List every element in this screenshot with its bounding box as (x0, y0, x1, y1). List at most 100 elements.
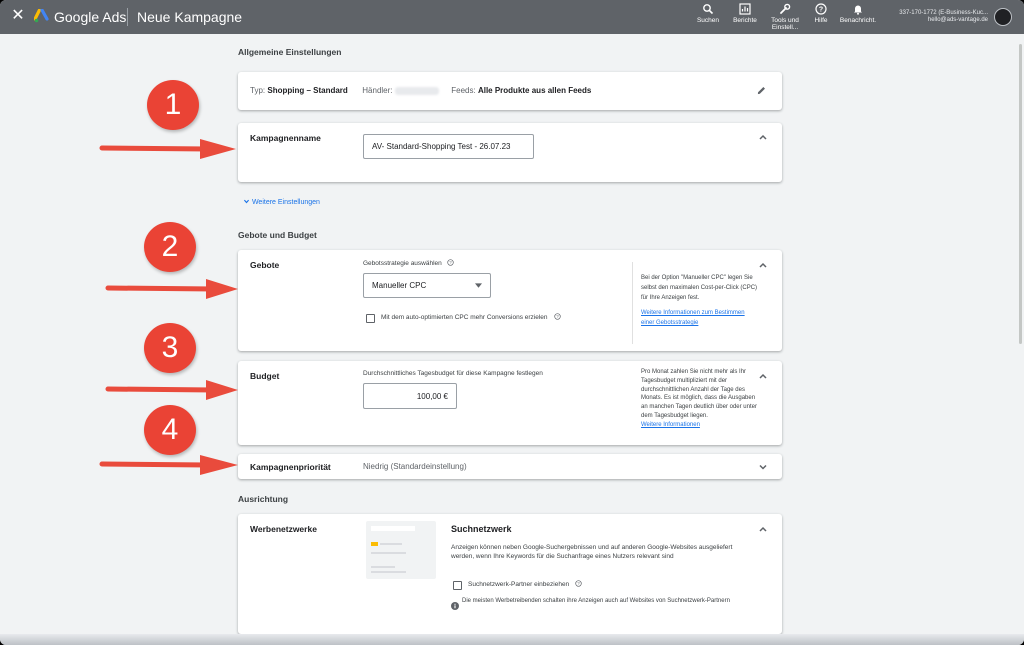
svg-text:?: ? (577, 581, 580, 586)
bids-help-panel: Bei der Option "Manueller CPC" legen Sie… (641, 273, 759, 328)
budget-help-link[interactable]: Weitere Informationen (641, 421, 757, 430)
toolbar-search[interactable]: Suchen (688, 3, 728, 24)
feeds-value: Alle Produkte aus allen Feeds (477, 86, 592, 95)
networks-title: Werbenetzwerke (250, 524, 317, 534)
toolbar-search-label: Suchen (696, 17, 720, 24)
priority-title: Kampagnenpriorität (250, 462, 331, 472)
budget-card: Budget Durchschnittliches Tagesbudget fü… (238, 361, 782, 445)
annotation-marker-2: 2 (144, 222, 196, 272)
annotation-arrow-icon (105, 380, 238, 400)
priority-value: Niedrig (Standardeinstellung) (363, 462, 467, 471)
toolbar-reports[interactable]: Berichte (725, 3, 765, 24)
search-partners-label: Suchnetzwerk-Partner einbeziehen (468, 581, 570, 588)
toolbar-notifications[interactable]: Benachricht. (838, 3, 878, 24)
avatar[interactable] (994, 8, 1012, 26)
budget-label: Durchschnittliches Tagesbudget für diese… (363, 370, 543, 377)
bids-budget-heading: Gebote und Budget (238, 230, 317, 240)
general-settings-heading: Allgemeine Einstellungen (238, 47, 342, 57)
svg-text:?: ? (819, 7, 823, 14)
toolbar-tools-settings[interactable]: Tools und Einstell... (765, 3, 805, 31)
campaign-name-title: Kampagnenname (250, 133, 321, 143)
type-value: Shopping – Standard (267, 86, 348, 95)
targeting-heading: Ausrichtung (238, 494, 289, 504)
page-title: Neue Kampagne (137, 9, 243, 25)
annotation-marker-3: 3 (144, 323, 196, 373)
reports-icon (739, 3, 751, 15)
account-id: 337-170-1772 (E-Business-Kuc... (899, 10, 988, 16)
chevron-down-icon (243, 199, 250, 204)
strategy-label-row: Gebotsstrategie auswählen ? (363, 259, 454, 268)
daily-budget-input[interactable]: 100,00 € (363, 383, 457, 409)
search-partners-info: Die meisten Werbetreibenden schalten ihr… (462, 598, 730, 604)
account-info[interactable]: 337-170-1772 (E-Business-Kuc... hello@ad… (880, 10, 988, 24)
help-divider (632, 262, 633, 344)
campaign-name-card: Kampagnenname AV- Standard-Shopping Test… (238, 123, 782, 182)
wrench-icon (780, 3, 791, 14)
search-network-description: Anzeigen können neben Google-Suchergebni… (451, 544, 733, 560)
budget-help-text: Pro Monat zahlen Sie nicht mehr als Ihr … (641, 369, 757, 419)
brand-name: Google Ads (54, 9, 127, 25)
enhanced-cpc-checkbox[interactable] (366, 314, 375, 323)
help-circle-icon[interactable]: ? (554, 313, 562, 320)
bids-title: Gebote (250, 260, 280, 270)
merchant-label: Händler: (362, 86, 393, 95)
help-circle-icon[interactable]: ? (575, 580, 582, 587)
dropdown-arrow-icon (475, 283, 482, 288)
chevron-down-icon[interactable] (758, 462, 768, 472)
summary-row: Typ: Shopping – Standard Händler: Feeds:… (250, 86, 591, 95)
bid-strategy-select[interactable]: Manueller CPC (363, 273, 491, 298)
search-network-title: Suchnetzwerk (451, 524, 512, 534)
toolbar-help[interactable]: ? Hilfe (801, 3, 841, 24)
annotation-marker-1: 1 (147, 80, 199, 130)
budget-help-panel: Pro Monat zahlen Sie nicht mehr als Ihr … (641, 368, 757, 430)
bids-card: Gebote Gebotsstrategie auswählen ? Manue… (238, 250, 782, 351)
annotation-arrow-icon (99, 455, 238, 475)
edit-pencil-icon[interactable] (756, 85, 767, 96)
google-ads-logo-icon (34, 9, 49, 23)
account-email: hello@ads-vantage.de (927, 17, 988, 23)
bids-help-link[interactable]: Weitere Informationen zum Bestimmen eine… (641, 308, 759, 328)
bid-strategy-value: Manueller CPC (372, 281, 427, 290)
scrollbar[interactable] (1019, 44, 1022, 344)
help-icon: ? (815, 3, 827, 15)
chevron-up-icon[interactable] (758, 371, 768, 381)
help-circle-icon[interactable]: ? (446, 259, 454, 266)
annotation-arrow-icon (105, 279, 238, 299)
type-label: Typ: (250, 86, 266, 95)
toolbar-help-label: Hilfe (814, 17, 828, 24)
annotation-arrow-icon (99, 139, 236, 159)
search-icon (703, 4, 714, 15)
chevron-up-icon[interactable] (758, 524, 768, 534)
campaign-name-input[interactable]: AV- Standard-Shopping Test - 26.07.23 (363, 134, 534, 159)
more-settings-label: Weitere Einstellungen (251, 199, 320, 206)
strategy-label: Gebotsstrategie auswählen (363, 260, 442, 267)
toolbar-tools-label: Tools und Einstell... (771, 17, 799, 31)
search-network-illustration (366, 521, 436, 579)
networks-card: Werbenetzwerke Suchnetzwerk Anzeigen kön… (238, 514, 782, 634)
toolbar-reports-label: Berichte (733, 17, 757, 24)
campaign-summary-card: Typ: Shopping – Standard Händler: Feeds:… (238, 72, 782, 110)
svg-text:?: ? (449, 260, 452, 265)
close-icon[interactable]: ✕ (10, 8, 26, 24)
search-partners-label-row: Suchnetzwerk-Partner einbeziehen ? (468, 580, 582, 589)
title-divider (127, 8, 128, 26)
merchant-value-redacted (394, 86, 439, 95)
feeds-label: Feeds: (451, 86, 476, 95)
app-window: ✕ Google Ads Neue Kampagne Suchen Berich… (0, 0, 1024, 645)
budget-title: Budget (250, 371, 280, 381)
enhanced-cpc-label-row: Mit dem auto-optimierten CPC mehr Conver… (381, 313, 562, 322)
svg-text:?: ? (557, 314, 560, 319)
toolbar-notifications-label: Benachricht. (839, 17, 877, 24)
campaign-priority-card[interactable]: Kampagnenpriorität Niedrig (Standardeins… (238, 454, 782, 479)
window-bottom-edge (0, 634, 1024, 645)
info-icon (451, 602, 459, 610)
bids-help-text: Bei der Option "Manueller CPC" legen Sie… (641, 275, 758, 301)
enhanced-cpc-label: Mit dem auto-optimierten CPC mehr Conver… (381, 314, 548, 321)
annotation-marker-4: 4 (144, 405, 196, 455)
chevron-up-icon[interactable] (758, 132, 768, 142)
bell-icon (854, 5, 862, 15)
top-bar: ✕ Google Ads Neue Kampagne Suchen Berich… (0, 0, 1024, 34)
search-partners-checkbox[interactable] (453, 581, 462, 590)
more-settings-link[interactable]: Weitere Einstellungen (243, 198, 320, 206)
chevron-up-icon[interactable] (758, 260, 768, 270)
